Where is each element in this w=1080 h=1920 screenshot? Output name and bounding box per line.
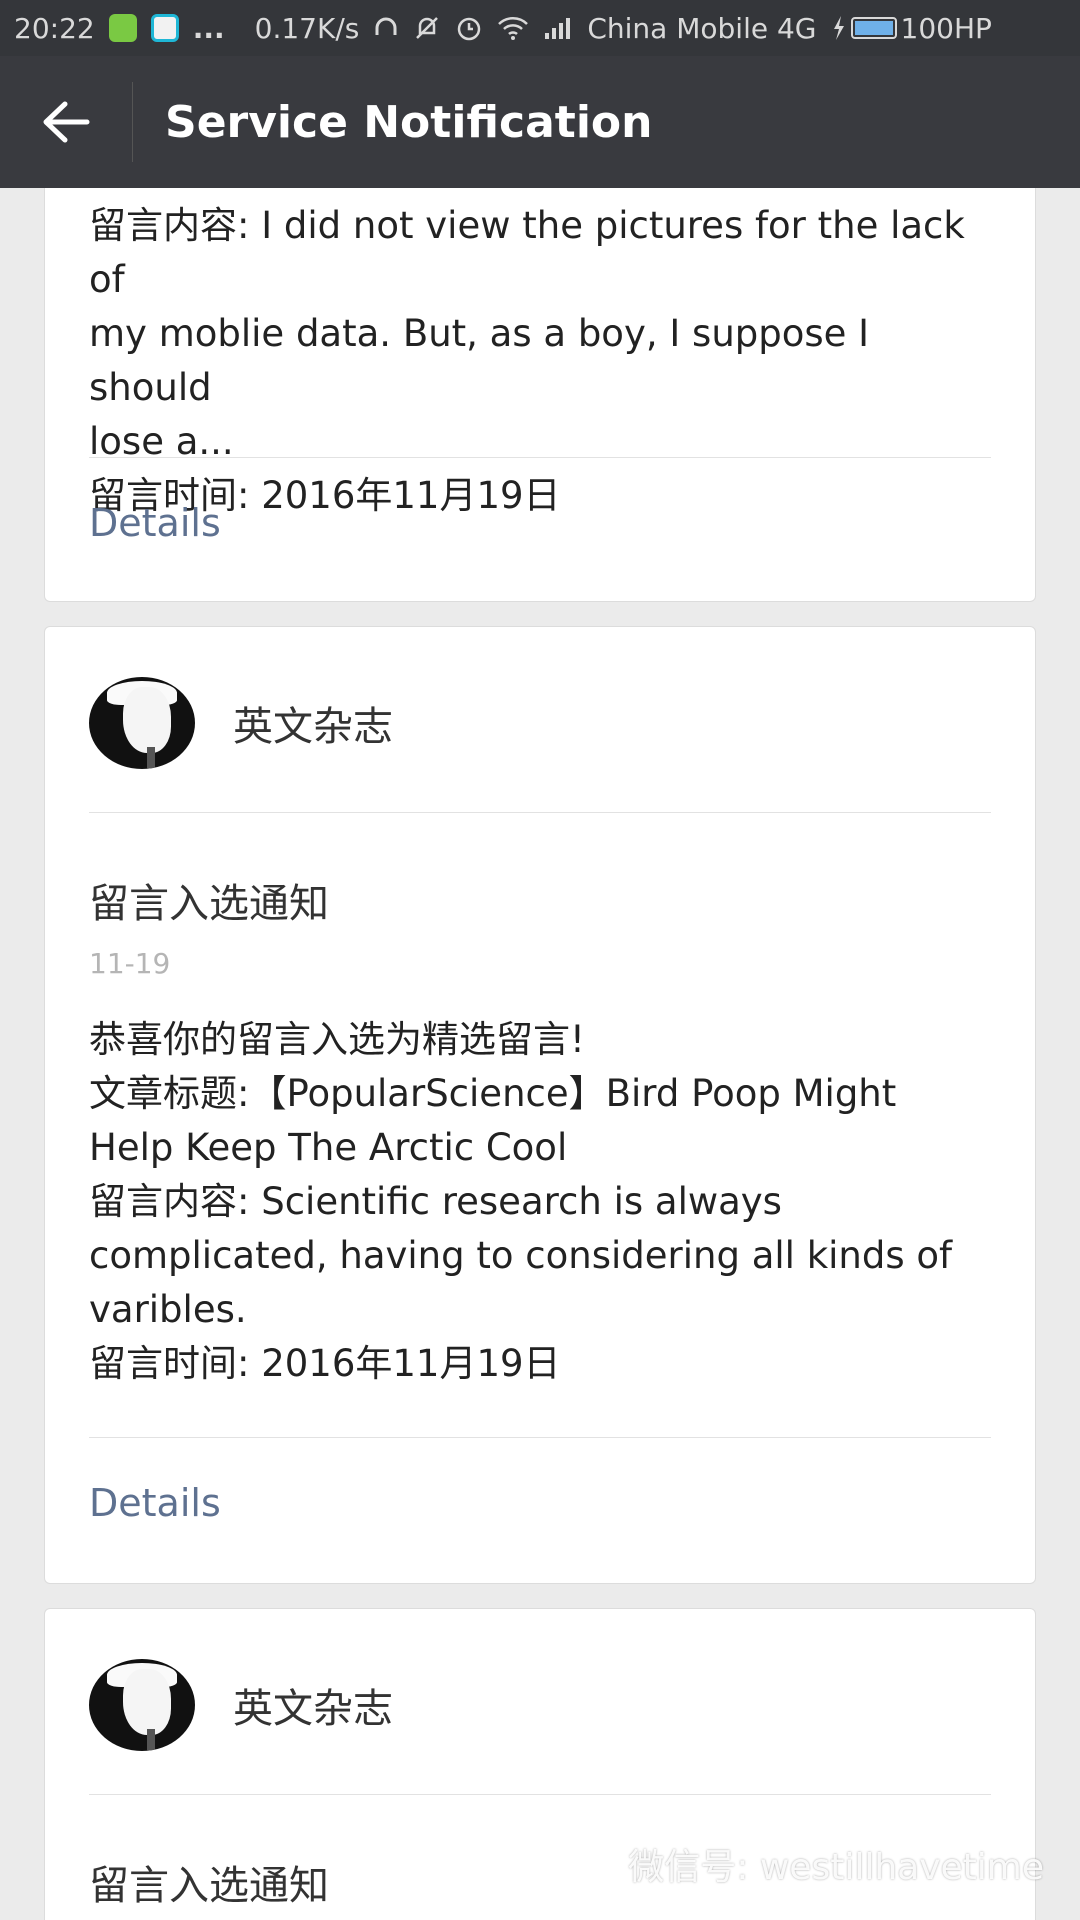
sender-name: 英文杂志	[233, 704, 393, 750]
mute-icon	[413, 14, 441, 42]
battery-label: 100HP	[900, 11, 992, 45]
card-header[interactable]: 英文杂志	[89, 677, 991, 769]
notification-list[interactable]: 留言内容: I did not view the pictures for th…	[0, 188, 1080, 1920]
body-line: my moblie data. But, as a boy, I suppose…	[89, 312, 870, 409]
nav-divider	[132, 82, 133, 162]
browser-notification-icon	[150, 14, 179, 42]
body-line: 文章标题:【PopularScience】Bird Poop Might	[89, 1072, 897, 1115]
network-speed: 0.17K/s	[254, 11, 360, 45]
card-divider	[89, 457, 991, 458]
body-line: 留言时间: 2016年11月19日	[89, 1342, 561, 1385]
message-title: 留言入选通知	[89, 881, 329, 927]
message-body: 留言内容: I did not view the pictures for th…	[89, 188, 991, 523]
details-link[interactable]: Details	[89, 501, 991, 545]
body-line: complicated, having to considering all k…	[89, 1234, 953, 1277]
body-line: 留言内容: Scientific research is always	[89, 1180, 782, 1223]
alarm-icon	[455, 14, 483, 42]
back-button[interactable]	[0, 56, 132, 188]
body-line: lose a...	[89, 420, 234, 463]
back-arrow-icon	[43, 101, 90, 143]
avatar	[89, 677, 195, 769]
watermark: 微信号: westillhavetime	[566, 1838, 1044, 1890]
body-line: varibles.	[89, 1288, 247, 1331]
app-notification-icon	[108, 14, 137, 42]
carrier-label: China Mobile 4G	[587, 11, 817, 45]
notification-card: 留言内容: I did not view the pictures for th…	[44, 188, 1036, 602]
page-title: Service Notification	[165, 96, 653, 148]
headphone-icon	[373, 15, 399, 41]
avatar	[89, 1659, 195, 1751]
wifi-icon	[497, 15, 529, 41]
charging-icon	[831, 15, 847, 41]
card-divider	[89, 812, 991, 813]
card-divider	[89, 1794, 991, 1795]
more-notifications-icon: ...	[192, 11, 225, 45]
card-divider	[89, 1437, 991, 1438]
status-time: 20:22	[14, 11, 95, 45]
wechat-icon	[568, 1845, 616, 1882]
card-header[interactable]: 英文杂志	[89, 1659, 991, 1751]
navigation-bar: Service Notification	[0, 56, 1080, 188]
notification-card: 英文杂志 留言入选通知 11-19 恭喜你的留言入选为精选留言! 文章标题:【P…	[44, 626, 1036, 1584]
body-line: 留言内容: I did not view the pictures for th…	[89, 204, 965, 301]
message-date: 11-19	[89, 947, 171, 980]
details-link[interactable]: Details	[89, 1481, 991, 1525]
signal-icon	[543, 15, 573, 41]
watermark-text: 微信号: westillhavetime	[628, 1847, 1044, 1888]
battery-icon	[850, 17, 897, 39]
message-body: 恭喜你的留言入选为精选留言! 文章标题:【PopularScience】Bird…	[89, 1013, 991, 1391]
body-line: 恭喜你的留言入选为精选留言!	[89, 1018, 585, 1061]
body-line: Help Keep The Arctic Cool	[89, 1126, 568, 1169]
sender-name: 英文杂志	[233, 1686, 393, 1732]
status-bar: 20:22 ... 0.17K/s China Mobile 4G 100HP	[0, 0, 1080, 56]
